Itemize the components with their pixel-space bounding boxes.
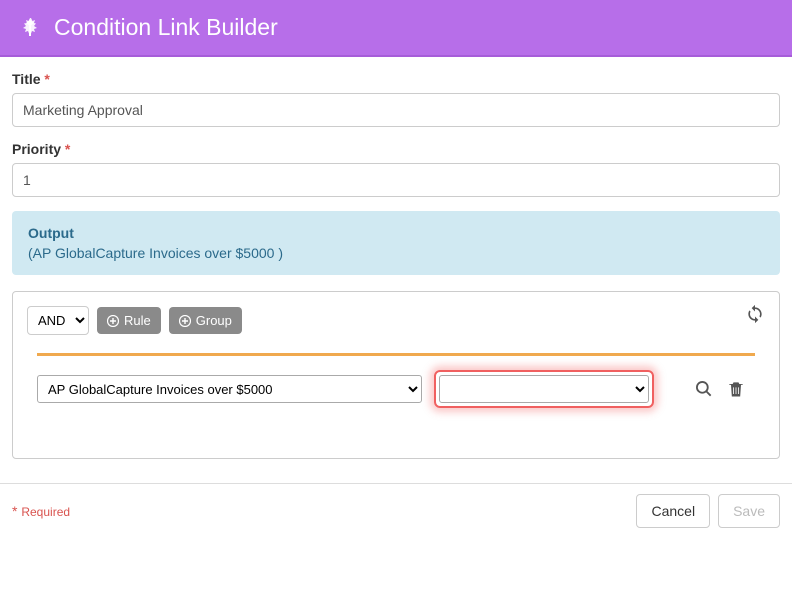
app-header: Condition Link Builder: [0, 0, 792, 57]
plus-circle-icon: [179, 315, 191, 327]
output-heading: Output: [28, 225, 764, 241]
cancel-button[interactable]: Cancel: [636, 494, 710, 528]
footer: * Required Cancel Save: [0, 494, 792, 542]
group-indicator-bar: [37, 353, 755, 356]
rule-condition-highlight: [434, 370, 654, 408]
branch-icon: [18, 16, 42, 40]
refresh-icon[interactable]: [745, 304, 765, 324]
builder-toolbar: AND Rule Group: [27, 306, 765, 335]
condition-builder: AND Rule Group AP GlobalCapture Invo: [12, 291, 780, 459]
required-note: * Required: [12, 503, 70, 519]
form-content: Title * Priority * Output (AP GlobalCapt…: [0, 57, 792, 459]
title-label: Title *: [12, 71, 780, 87]
required-asterisk: *: [44, 71, 49, 87]
title-input[interactable]: [12, 93, 780, 127]
output-expression: (AP GlobalCapture Invoices over $5000 ): [28, 245, 764, 261]
add-rule-button[interactable]: Rule: [97, 307, 161, 334]
save-button[interactable]: Save: [718, 494, 780, 528]
logic-operator-select[interactable]: AND: [27, 306, 89, 335]
output-panel: Output (AP GlobalCapture Invoices over $…: [12, 211, 780, 275]
trash-icon[interactable]: [726, 379, 746, 399]
required-asterisk: *: [65, 141, 70, 157]
footer-divider: [0, 483, 792, 484]
rule-row: AP GlobalCapture Invoices over $5000: [27, 370, 765, 408]
rule-condition-select[interactable]: [439, 375, 649, 403]
priority-input[interactable]: [12, 163, 780, 197]
page-title: Condition Link Builder: [54, 14, 278, 41]
rule-field-select[interactable]: AP GlobalCapture Invoices over $5000: [37, 375, 422, 403]
search-icon[interactable]: [694, 379, 714, 399]
add-group-button[interactable]: Group: [169, 307, 242, 334]
priority-label: Priority *: [12, 141, 780, 157]
plus-circle-icon: [107, 315, 119, 327]
